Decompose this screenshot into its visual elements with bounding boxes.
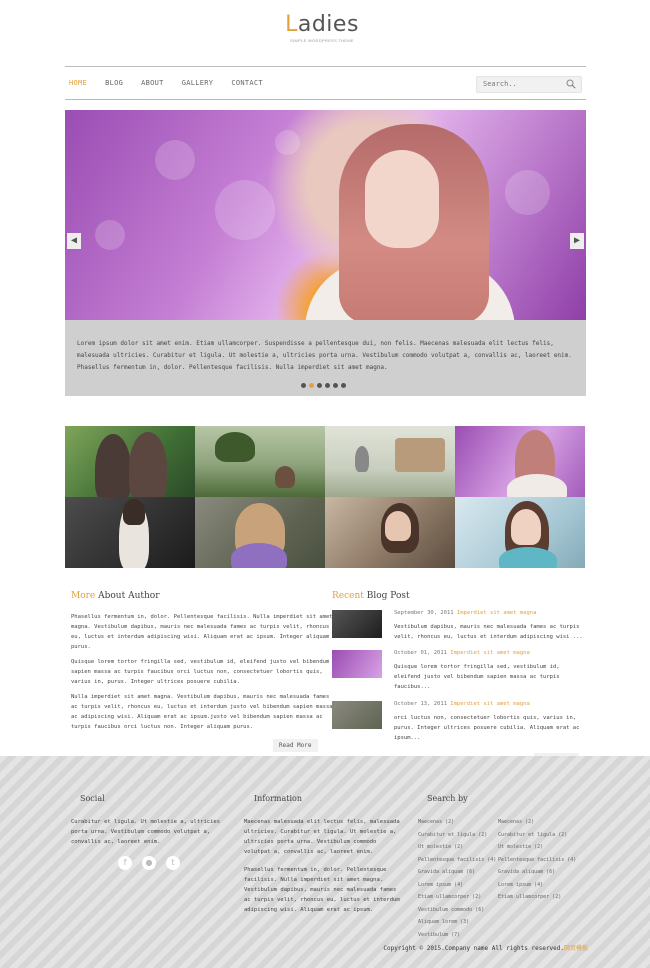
nav-about[interactable]: ABOUT bbox=[141, 79, 164, 87]
slide-image bbox=[65, 110, 586, 320]
photo-gallery bbox=[65, 426, 586, 568]
slider-dots bbox=[301, 383, 346, 388]
tag-link[interactable]: Vestibulum commodo (6) bbox=[418, 904, 496, 917]
post-link[interactable]: Imperdiet sit amet magna bbox=[450, 650, 529, 656]
tag-link[interactable]: Curabitur et ligula (2) bbox=[498, 829, 576, 842]
gallery-photo[interactable] bbox=[325, 426, 455, 497]
post-thumbnail[interactable] bbox=[332, 701, 382, 729]
search-placeholder: Search.. bbox=[483, 80, 517, 88]
gallery-photo[interactable] bbox=[195, 497, 325, 568]
facebook-icon[interactable]: f bbox=[118, 856, 132, 870]
logo[interactable]: Ladies SIMPLE WORDPRESS THEME bbox=[272, 12, 372, 52]
gallery-photo[interactable] bbox=[65, 426, 195, 497]
copyright-link[interactable]: 网页模板 bbox=[564, 945, 588, 952]
post-meta: September 30, 2011 Imperdiet sit amet ma… bbox=[394, 610, 536, 616]
slider-dot[interactable] bbox=[325, 383, 330, 388]
nav-blog[interactable]: BLOG bbox=[105, 79, 123, 87]
recent-posts-list: September 30, 2011 Imperdiet sit amet ma… bbox=[332, 610, 592, 750]
tag-link[interactable]: Etiam ullamcorper (2) bbox=[418, 891, 496, 904]
slider-dot[interactable] bbox=[317, 383, 322, 388]
tag-link[interactable]: Vestibulum (7) bbox=[418, 929, 496, 942]
footer-information-paragraph: Maecenas malesuada elit lectus felis, ma… bbox=[244, 819, 400, 855]
nav-contact[interactable]: CONTACT bbox=[231, 79, 263, 87]
tag-link[interactable]: Aliquam lorem (3) bbox=[418, 916, 496, 929]
about-paragraph: Phasellus fermentum in, dolor. Pellentes… bbox=[71, 614, 333, 650]
footer-social-text: Curabitur et ligula. Ut molestie a, ultr… bbox=[71, 819, 221, 845]
navigation-bar: HOME BLOG ABOUT GALLERY CONTACT Search.. bbox=[65, 66, 586, 100]
gallery-photo[interactable] bbox=[455, 497, 585, 568]
gallery-photo[interactable] bbox=[325, 497, 455, 568]
tag-link[interactable]: Gravida aliquam (6) bbox=[498, 866, 576, 879]
site-title: Ladies bbox=[285, 12, 359, 37]
tag-link[interactable]: Gravida aliquam (6) bbox=[418, 866, 496, 879]
footer-information-title: Information bbox=[254, 794, 303, 803]
search-input[interactable]: Search.. bbox=[476, 76, 582, 93]
post-thumbnail[interactable] bbox=[332, 610, 382, 638]
tag-link[interactable]: Ut molestie (2) bbox=[418, 841, 496, 854]
slider-dot[interactable] bbox=[341, 383, 346, 388]
slider-dot[interactable] bbox=[309, 383, 314, 388]
post-meta: October 13, 2011 Imperdiet sit amet magn… bbox=[394, 701, 530, 707]
main-nav: HOME BLOG ABOUT GALLERY CONTACT bbox=[69, 67, 281, 99]
tag-link[interactable]: Maecenas (2) bbox=[418, 816, 496, 829]
social-links: f ● t bbox=[118, 856, 180, 870]
gallery-photo[interactable] bbox=[195, 426, 325, 497]
about-read-more-button[interactable]: Read More bbox=[273, 739, 318, 752]
search-icon[interactable] bbox=[566, 79, 576, 89]
tag-link[interactable]: Curabitur et ligula (2) bbox=[418, 829, 496, 842]
site-tagline: SIMPLE WORDPRESS THEME bbox=[290, 38, 354, 43]
tag-link[interactable]: Lorem ipsum (4) bbox=[498, 879, 576, 892]
tag-link[interactable]: Pellentesque facilisis (4) bbox=[498, 854, 576, 867]
post-date: October 01, 2011 bbox=[394, 650, 447, 656]
tag-list: Maecenas (2) Curabitur et ligula (2) Ut … bbox=[418, 816, 496, 941]
recent-posts-title: Recent Blog Post bbox=[332, 591, 410, 601]
twitter-icon[interactable]: t bbox=[166, 856, 180, 870]
hero-slider: ◀ ▶ Lorem ipsum dolor sit amet enim. Eti… bbox=[65, 110, 586, 396]
tag-link[interactable]: Pellentesque facilisis (4) bbox=[418, 854, 496, 867]
gallery-photo[interactable] bbox=[455, 426, 585, 497]
slider-prev-button[interactable]: ◀ bbox=[67, 233, 81, 249]
tag-link[interactable]: Ut molestie (2) bbox=[498, 841, 576, 854]
tag-list: Maecenas (2) Curabitur et ligula (2) Ut … bbox=[498, 816, 576, 904]
post-excerpt: orci luctus non, consectetuer lobortis q… bbox=[394, 715, 580, 741]
chevron-left-icon: ◀ bbox=[70, 235, 78, 246]
post-link[interactable]: Imperdiet sit amet magna bbox=[450, 701, 529, 707]
about-paragraph: Nulla imperdiet sit amet magna. Vestibul… bbox=[71, 694, 333, 730]
chevron-right-icon: ▶ bbox=[573, 235, 581, 246]
slider-dot[interactable] bbox=[301, 383, 306, 388]
gallery-photo[interactable] bbox=[65, 497, 195, 568]
nav-home[interactable]: HOME bbox=[69, 79, 87, 87]
post-link[interactable]: Imperdiet sit amet magna bbox=[457, 610, 536, 616]
nav-gallery[interactable]: GALLERY bbox=[182, 79, 214, 87]
slide-caption: Lorem ipsum dolor sit amet enim. Etiam u… bbox=[77, 340, 572, 371]
slider-dot[interactable] bbox=[333, 383, 338, 388]
tag-link[interactable]: Maecenas (2) bbox=[498, 816, 576, 829]
copyright: Copyright © 2015.Company name All rights… bbox=[383, 945, 588, 952]
footer-information-paragraph: Phasellus fermentum in, dolor. Pellentes… bbox=[244, 867, 400, 913]
post-excerpt: Quisque lorem tortor fringilla sed, vest… bbox=[394, 664, 560, 690]
tag-link[interactable]: Lorem ipsum (4) bbox=[418, 879, 496, 892]
post-date: September 30, 2011 bbox=[394, 610, 454, 616]
slider-next-button[interactable]: ▶ bbox=[570, 233, 584, 249]
rss-icon[interactable]: ● bbox=[142, 856, 156, 870]
about-paragraph: Quisque lorem tortor fringilla sed, vest… bbox=[71, 659, 330, 685]
footer-social-title: Social bbox=[80, 794, 105, 803]
post-excerpt: Vestibulum dapibus, mauris nec malesuada… bbox=[394, 624, 583, 640]
post-meta: October 01, 2011 Imperdiet sit amet magn… bbox=[394, 650, 530, 656]
post-thumbnail[interactable] bbox=[332, 650, 382, 678]
post-date: October 13, 2011 bbox=[394, 701, 447, 707]
about-title: More About Author bbox=[71, 591, 160, 601]
tag-link[interactable]: Etiam ullamcorper (2) bbox=[498, 891, 576, 904]
footer-search-title: Search by bbox=[427, 794, 468, 803]
